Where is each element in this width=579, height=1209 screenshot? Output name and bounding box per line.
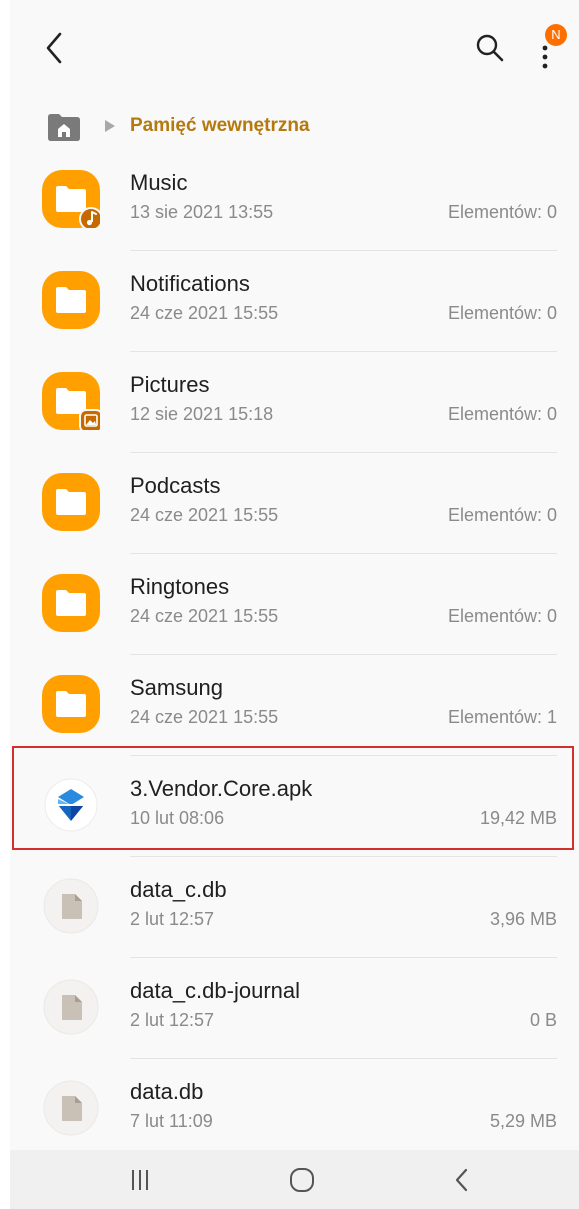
file-date: 13 sie 2021 13:55 <box>130 202 274 222</box>
file-manager-screen: N Pamięć wewnętrzna Music 13 sie 2021 13… <box>10 0 579 1209</box>
notification-badge: N <box>545 24 567 46</box>
file-icon <box>43 979 99 1035</box>
file-meta: Elementów: 0 <box>447 202 557 222</box>
file-name: Pictures <box>130 372 210 397</box>
system-nav-bar <box>10 1150 579 1209</box>
file-name: Podcasts <box>130 473 221 498</box>
search-icon <box>476 34 504 62</box>
file-meta: Elementów: 1 <box>447 707 557 727</box>
file-date: 24 cze 2021 15:55 <box>130 606 279 626</box>
file-date: 24 cze 2021 15:55 <box>130 303 279 323</box>
search-button[interactable] <box>472 30 508 66</box>
recents-icon <box>132 1170 148 1190</box>
list-item[interactable]: data_c.db-journal 2 lut 12:57 0 B <box>10 958 579 1059</box>
list-item[interactable]: Notifications 24 cze 2021 15:55 Elementó… <box>10 251 579 352</box>
file-name: data.db <box>130 1079 204 1104</box>
file-name: Samsung <box>130 675 223 700</box>
file-meta: Elementów: 0 <box>447 404 557 424</box>
back-nav-icon <box>455 1168 468 1192</box>
nav-back-button[interactable] <box>442 1164 482 1196</box>
file-name: data_c.db <box>130 877 227 902</box>
folder-icon <box>42 675 100 733</box>
file-date: 24 cze 2021 15:55 <box>130 707 279 727</box>
file-date: 24 cze 2021 15:55 <box>130 505 279 525</box>
list-item[interactable]: Samsung 24 cze 2021 15:55 Elementów: 1 <box>10 655 579 756</box>
breadcrumb-chevron-icon <box>105 120 115 132</box>
file-date: 2 lut 12:57 <box>130 909 215 929</box>
file-name: Notifications <box>130 271 250 296</box>
file-list: Music 13 sie 2021 13:55 Elementów: 0 Not… <box>10 150 579 1160</box>
file-name: data_c.db-journal <box>130 978 301 1003</box>
folder-icon <box>42 271 100 329</box>
file-meta: 19,42 MB <box>479 808 557 828</box>
file-date: 10 lut 08:06 <box>130 808 225 828</box>
file-meta: Elementów: 0 <box>447 303 557 323</box>
list-item[interactable]: Music 13 sie 2021 13:55 Elementów: 0 <box>10 150 579 251</box>
file-name: Music <box>130 170 188 195</box>
file-icon <box>43 1080 99 1136</box>
file-name: Ringtones <box>130 574 230 599</box>
app-bar: N <box>10 0 579 100</box>
apk-app-icon <box>44 778 98 832</box>
list-item[interactable]: data_c.db 2 lut 12:57 3,96 MB <box>10 857 579 958</box>
home-button[interactable] <box>282 1164 322 1196</box>
home-button-icon <box>290 1168 314 1192</box>
file-meta: 5,29 MB <box>489 1111 557 1131</box>
home-folder-icon[interactable] <box>46 112 82 142</box>
folder-icon <box>42 574 100 632</box>
recents-button[interactable] <box>120 1164 160 1196</box>
file-meta: Elementów: 0 <box>447 606 557 626</box>
list-item[interactable]: Pictures 12 sie 2021 15:18 Elementów: 0 <box>10 352 579 453</box>
file-meta: Elementów: 0 <box>447 505 557 525</box>
list-item[interactable]: 3.Vendor.Core.apk 10 lut 08:06 19,42 MB <box>10 756 579 857</box>
back-button[interactable] <box>38 28 74 68</box>
list-item[interactable]: Ringtones 24 cze 2021 15:55 Elementów: 0 <box>10 554 579 655</box>
file-icon <box>43 878 99 934</box>
folder-music-icon <box>42 170 100 228</box>
breadcrumb: Pamięć wewnętrzna <box>46 108 566 144</box>
file-name: 3.Vendor.Core.apk <box>130 776 313 801</box>
folder-pictures-icon <box>42 372 100 430</box>
file-meta: 0 B <box>529 1010 557 1030</box>
list-item[interactable]: Podcasts 24 cze 2021 15:55 Elementów: 0 <box>10 453 579 554</box>
list-item[interactable]: data.db 7 lut 11:09 5,29 MB <box>10 1059 579 1160</box>
breadcrumb-current[interactable]: Pamięć wewnętrzna <box>130 115 310 137</box>
folder-icon <box>42 473 100 531</box>
file-meta: 3,96 MB <box>489 909 557 929</box>
back-arrow-icon <box>46 32 62 64</box>
file-date: 2 lut 12:57 <box>130 1010 215 1030</box>
file-date: 7 lut 11:09 <box>130 1111 213 1131</box>
file-date: 12 sie 2021 15:18 <box>130 404 274 424</box>
